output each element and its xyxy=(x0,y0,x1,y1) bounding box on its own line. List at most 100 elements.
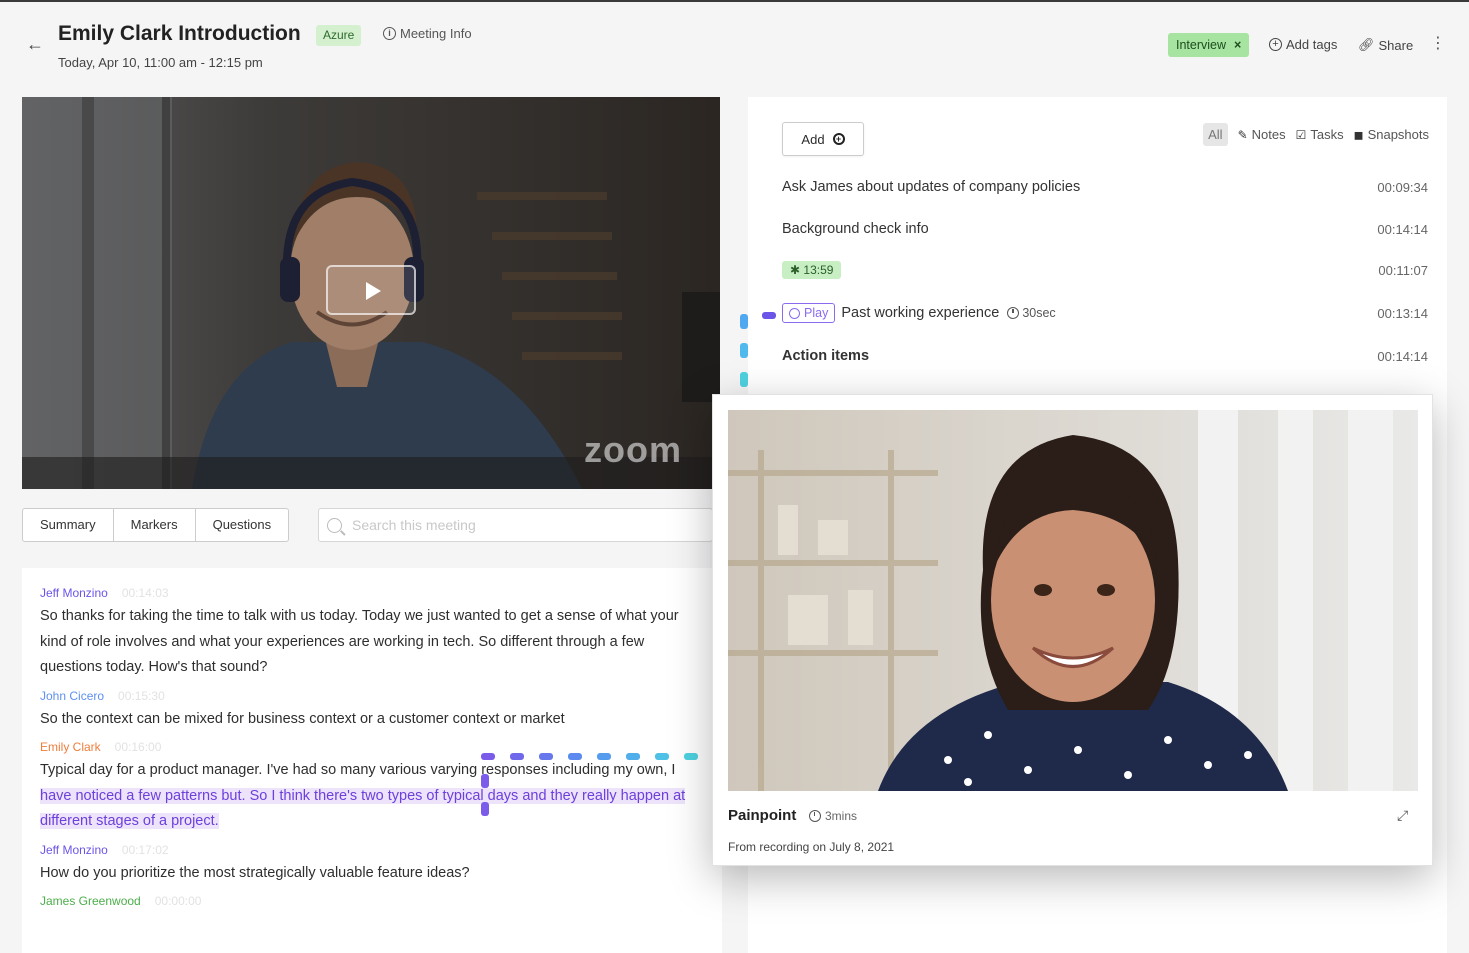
more-options-icon[interactable]: ⋮ xyxy=(1430,36,1446,52)
transcript-text: How do you prioritize the most strategic… xyxy=(40,864,470,881)
transcript-panel: Jeff Monzino 00:14:03 So thanks for takin… xyxy=(22,568,722,953)
connector-dash xyxy=(481,753,495,760)
speaker-name[interactable]: James Greenwood xyxy=(40,894,141,908)
connector-dash xyxy=(481,802,489,816)
speaker-timestamp[interactable]: 00:16:00 xyxy=(115,740,162,754)
share-label: Share xyxy=(1378,37,1414,53)
video-player[interactable]: zoom xyxy=(22,97,720,489)
top-border xyxy=(0,0,1469,2)
note-item[interactable]: Ask James about updates of company polic… xyxy=(782,179,1428,195)
add-note-button[interactable]: Add + xyxy=(782,122,864,156)
meeting-datetime: Today, Apr 10, 11:00 am - 12:15 pm xyxy=(58,55,263,70)
speaker-label: Jeff Monzino 00:17:02 xyxy=(40,843,704,857)
connector-dash xyxy=(740,343,748,358)
info-icon: i xyxy=(383,27,396,40)
connector-dash xyxy=(762,312,776,319)
search-input[interactable] xyxy=(352,517,692,533)
camera-icon: ◼ xyxy=(1353,127,1364,142)
search-box[interactable] xyxy=(318,508,713,542)
back-arrow-icon[interactable]: ← xyxy=(26,34,46,54)
note-timestamp[interactable]: 00:11:07 xyxy=(1378,263,1428,278)
note-item[interactable]: Play Past working experience 30sec 00:13… xyxy=(782,303,1428,323)
meeting-info-link[interactable]: i Meeting Info xyxy=(383,26,472,41)
pin-icon: ✱ xyxy=(790,263,801,277)
connector-dash xyxy=(539,753,553,760)
play-clip-button[interactable]: Play xyxy=(782,303,836,323)
highlighted-text[interactable]: have noticed a few patterns but. So I th… xyxy=(40,787,686,829)
note-item[interactable]: ✱ 13:59 00:11:07 xyxy=(782,261,1428,279)
add-tags-label: Add tags xyxy=(1286,37,1338,52)
connector-dash xyxy=(626,753,640,760)
snapshot-duration: 3mins xyxy=(809,809,857,823)
clock-icon xyxy=(1007,307,1020,319)
add-label: Add xyxy=(801,131,825,147)
speaker-timestamp[interactable]: 00:17:02 xyxy=(122,843,169,857)
speaker-name[interactable]: Jeff Monzino xyxy=(40,843,108,857)
filter-snapshots[interactable]: ◼ Snapshots xyxy=(1354,127,1429,142)
filter-snapshots-label: Snapshots xyxy=(1367,127,1429,142)
play-icon xyxy=(789,307,800,319)
page-title: Emily Clark Introduction xyxy=(58,22,301,45)
speaker-timestamp[interactable]: 00:15:30 xyxy=(118,689,165,703)
play-video-button[interactable] xyxy=(326,265,416,315)
transcript-text-plain: Typical day for a product manager. I've … xyxy=(40,762,676,778)
filter-all[interactable]: All xyxy=(1203,123,1228,146)
speaker-label: Jeff Monzino 00:14:03 xyxy=(40,586,704,600)
pencil-icon: ✎ xyxy=(1237,127,1248,142)
connector-dash xyxy=(568,753,582,760)
zoom-watermark: zoom xyxy=(584,429,682,470)
expand-icon[interactable]: ⤢ xyxy=(1397,807,1408,824)
snapshot-title: Painpoint xyxy=(728,807,797,824)
checkbox-icon: ☑ xyxy=(1295,127,1307,142)
connector-dash xyxy=(655,753,669,760)
note-timestamp[interactable]: 00:13:14 xyxy=(1377,306,1428,321)
search-icon xyxy=(327,517,342,533)
speaker-timestamp[interactable]: 00:14:03 xyxy=(122,586,169,600)
pin-time: 13:59 xyxy=(803,263,834,277)
speaker-label: Emily Clark 00:16:00 xyxy=(40,740,704,754)
transcript-text: Typical day for a product manager. I've … xyxy=(40,758,704,835)
transcript-tabs: Summary Markers Questions xyxy=(22,508,290,542)
speaker-name[interactable]: Jeff Monzino xyxy=(40,586,108,600)
clock-icon xyxy=(809,810,821,822)
snapshot-source: From recording on July 8, 2021 xyxy=(728,840,895,854)
note-timestamp[interactable]: 00:14:14 xyxy=(1377,222,1428,237)
transcript-text: So thanks for taking the time to talk wi… xyxy=(40,608,679,675)
connector-dash xyxy=(597,753,611,760)
add-circle-icon: + xyxy=(832,133,845,145)
tab-markers[interactable]: Markers xyxy=(114,509,196,541)
azure-badge: Azure xyxy=(316,25,362,46)
filter-tasks[interactable]: ☑ Tasks xyxy=(1296,127,1344,142)
share-button[interactable]: 🔗︎ Share xyxy=(1358,37,1413,53)
connector-dash xyxy=(481,774,489,788)
note-timestamp[interactable]: 00:14:14 xyxy=(1377,349,1428,364)
tab-summary[interactable]: Summary xyxy=(23,509,114,541)
note-text: Past working experience xyxy=(841,305,1000,321)
connector-dash xyxy=(740,372,748,387)
add-circle-icon: + xyxy=(1269,38,1282,51)
filter-notes-label: Notes xyxy=(1251,127,1286,142)
note-item[interactable]: Background check info 00:14:14 xyxy=(782,221,1428,237)
filter-notes[interactable]: ✎ Notes xyxy=(1238,127,1286,142)
speaker-timestamp[interactable]: 00:00:00 xyxy=(155,894,202,908)
interview-tag[interactable]: Interview × xyxy=(1168,33,1250,57)
note-timestamp[interactable]: 00:09:34 xyxy=(1377,180,1428,195)
clip-duration: 30sec xyxy=(1022,306,1056,320)
snapshot-popup[interactable]: Painpoint 3mins From recording on July 8… xyxy=(712,394,1433,866)
note-text: Ask James about updates of company polic… xyxy=(782,179,1081,195)
snapshot-image xyxy=(728,410,1418,791)
tab-questions[interactable]: Questions xyxy=(196,509,289,541)
play-label: Play xyxy=(804,306,829,320)
connector-dash xyxy=(510,753,524,760)
link-icon: 🔗︎ xyxy=(1358,37,1375,52)
transcript-text: So the context can be mixed for business… xyxy=(40,710,565,727)
remove-tag-icon[interactable]: × xyxy=(1234,33,1241,57)
note-item[interactable]: Action items 00:14:14 xyxy=(782,348,1428,364)
pin-chip[interactable]: ✱ 13:59 xyxy=(782,261,842,279)
meeting-info-label: Meeting Info xyxy=(400,26,472,41)
add-tags-button[interactable]: + Add tags xyxy=(1269,37,1337,52)
speaker-name[interactable]: Emily Clark xyxy=(40,740,101,754)
filter-tasks-label: Tasks xyxy=(1310,127,1344,142)
speaker-name[interactable]: John Cicero xyxy=(40,689,104,703)
speaker-label: John Cicero 00:15:30 xyxy=(40,689,704,703)
